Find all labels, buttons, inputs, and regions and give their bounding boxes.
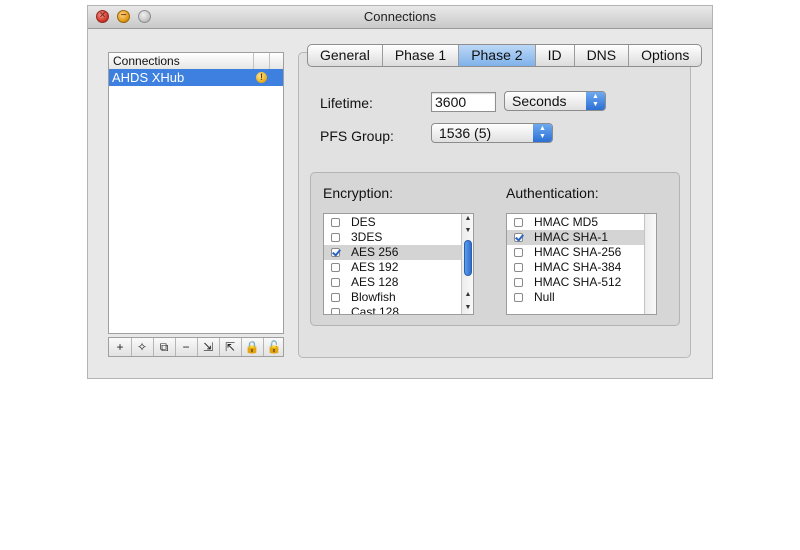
lifetime-label: Lifetime: xyxy=(320,95,373,111)
lifetime-unit-value: Seconds xyxy=(512,93,567,109)
wizard-button[interactable]: ✧ xyxy=(131,338,154,356)
authentication-label: Authentication: xyxy=(506,185,599,201)
aes-192-checkbox[interactable] xyxy=(331,263,340,272)
authentication-scrollbar[interactable] xyxy=(644,214,656,314)
tab-id[interactable]: ID xyxy=(536,45,575,66)
list-item-label: HMAC SHA-512 xyxy=(534,275,622,289)
scroll-up-arrow-icon[interactable]: ▲ xyxy=(462,290,473,300)
tab-bar: General Phase 1 Phase 2 ID DNS Options xyxy=(307,44,703,67)
title-bar[interactable]: × − Connections xyxy=(88,6,712,29)
auth-item-hmac-sha-1[interactable]: HMAC SHA-1 xyxy=(507,230,644,245)
scroll-down-arrow-icon[interactable]: ▼ xyxy=(462,303,473,313)
scroll-thumb[interactable] xyxy=(464,240,472,276)
encryption-item-blowfish[interactable]: Blowfish xyxy=(324,290,461,305)
des-checkbox[interactable] xyxy=(331,218,340,227)
auth-item-null[interactable]: Null xyxy=(507,290,644,305)
pfs-group-label: PFS Group: xyxy=(320,128,394,144)
lifetime-input[interactable]: 3600 xyxy=(431,92,496,112)
connections-list[interactable]: Connections AHDS XHub ! xyxy=(108,52,284,334)
null-checkbox[interactable] xyxy=(514,293,523,302)
auth-item-hmac-sha-512[interactable]: HMAC SHA-512 xyxy=(507,275,644,290)
list-header-label: Connections xyxy=(113,54,180,68)
list-item-label: AES 128 xyxy=(351,275,399,289)
list-item-label: Cast 128 xyxy=(351,305,400,315)
auth-item-hmac-sha-384[interactable]: HMAC SHA-384 xyxy=(507,260,644,275)
connections-window: × − Connections Connections AHDS XHub ! … xyxy=(88,6,712,378)
hmac-md5-checkbox[interactable] xyxy=(514,218,523,227)
encryption-item-aes-128[interactable]: AES 128 xyxy=(324,275,461,290)
lifetime-unit-select[interactable]: Seconds ▲ ▼ xyxy=(504,91,606,111)
window-title: Connections xyxy=(363,9,437,24)
auth-item-hmac-sha-256[interactable]: HMAC SHA-256 xyxy=(507,245,644,260)
list-item-label: AES 192 xyxy=(351,260,399,274)
hmac-sha-384-checkbox[interactable] xyxy=(514,263,523,272)
import-button[interactable]: ⇲ xyxy=(197,338,220,356)
list-item-label: Null xyxy=(534,290,555,304)
scroll-down-arrow-icon[interactable]: ▼ xyxy=(462,226,473,236)
scroll-up-arrow-icon[interactable]: ▲ xyxy=(462,214,473,224)
list-item-label: Blowfish xyxy=(351,290,396,304)
auth-item-hmac-md5[interactable]: HMAC MD5 xyxy=(507,215,644,230)
list-item-label: HMAC MD5 xyxy=(534,215,599,229)
algorithms-group: Encryption: Authentication: DES 3DES AES… xyxy=(310,172,680,326)
connection-name: AHDS XHub xyxy=(112,70,185,85)
lock-button[interactable]: 🔒 xyxy=(241,338,264,356)
tab-phase-1[interactable]: Phase 1 xyxy=(383,45,460,66)
encryption-item-des[interactable]: DES xyxy=(324,215,461,230)
connection-row-ahds-xhub[interactable]: AHDS XHub ! xyxy=(109,69,283,86)
list-header-divider xyxy=(269,53,270,69)
pfs-group-value: 1536 (5) xyxy=(439,125,492,141)
hmac-sha-512-checkbox[interactable] xyxy=(514,278,523,287)
cast-128-checkbox[interactable] xyxy=(331,308,340,314)
unlock-button: 🔓 xyxy=(266,340,282,354)
authentication-list[interactable]: HMAC MD5 HMAC SHA-1 HMAC SHA-256 HMAC SH… xyxy=(506,213,657,315)
encryption-scrollbar[interactable]: ▲ ▼ ▲ ▼ xyxy=(461,214,473,314)
tab-options[interactable]: Options xyxy=(629,45,701,66)
list-header: Connections xyxy=(109,53,283,70)
hmac-sha-256-checkbox[interactable] xyxy=(514,248,523,257)
3des-checkbox[interactable] xyxy=(331,233,340,242)
list-header-divider xyxy=(253,53,254,69)
encryption-item-cast-128[interactable]: Cast 128 xyxy=(324,305,461,315)
blowfish-checkbox[interactable] xyxy=(331,293,340,302)
tab-dns[interactable]: DNS xyxy=(575,45,630,66)
list-item-label: HMAC SHA-1 xyxy=(534,230,609,244)
remove-connection-button[interactable]: − xyxy=(175,338,198,356)
duplicate-button[interactable]: ⧉ xyxy=(153,338,176,356)
encryption-label: Encryption: xyxy=(323,185,394,201)
add-connection-button[interactable]: + xyxy=(109,338,132,356)
encryption-item-aes-192[interactable]: AES 192 xyxy=(324,260,461,275)
list-item-label: AES 256 xyxy=(351,245,399,259)
encryption-item-aes-256[interactable]: AES 256 xyxy=(324,245,461,260)
list-item-label: DES xyxy=(351,215,376,229)
connections-toolbar: + ✧ ⧉ − ⇲ ⇱ 🔒 🔓 xyxy=(108,337,284,357)
pfs-group-select[interactable]: 1536 (5) ▲ ▼ xyxy=(431,123,553,143)
list-item-label: 3DES xyxy=(351,230,383,244)
tab-general[interactable]: General xyxy=(308,45,383,66)
warning-icon: ! xyxy=(256,72,267,83)
tab-phase-2[interactable]: Phase 2 xyxy=(459,45,536,66)
list-item-label: HMAC SHA-256 xyxy=(534,245,622,259)
list-item-label: HMAC SHA-384 xyxy=(534,260,622,274)
popup-arrows-icon: ▲ ▼ xyxy=(586,92,605,110)
export-button[interactable]: ⇱ xyxy=(219,338,242,356)
popup-arrows-icon: ▲ ▼ xyxy=(533,124,552,142)
aes-128-checkbox[interactable] xyxy=(331,278,340,287)
encryption-item-3des[interactable]: 3DES xyxy=(324,230,461,245)
aes-256-checkbox[interactable] xyxy=(331,248,340,257)
hmac-sha-1-checkbox[interactable] xyxy=(514,233,523,242)
encryption-list[interactable]: DES 3DES AES 256 AES 192 AES 128 Blowfis… xyxy=(323,213,474,315)
